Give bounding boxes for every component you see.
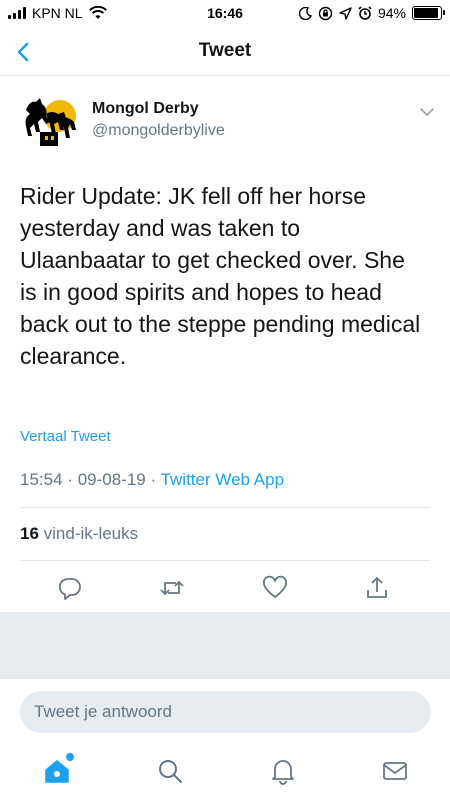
status-bar: KPN NL 16:46 94% [0,0,450,28]
page-title: Tweet [198,40,252,61]
location-icon [339,6,352,20]
tweet-source-link[interactable]: Twitter Web App [161,470,284,489]
divider [20,560,430,561]
tweet-header: Mongol Derby @mongolderbylive [20,92,435,162]
moon-icon [298,6,312,20]
messages-icon [383,762,407,780]
retweet-icon [160,581,184,595]
notifications-icon [272,760,294,785]
battery-fill [414,8,439,18]
status-right: 94% [298,5,445,21]
tab-notifications[interactable] [268,756,298,786]
author-name[interactable]: Mongol Derby [92,100,199,118]
tweet-time: 15:54 [20,470,63,489]
reply-icon [58,578,81,600]
divider [20,507,430,508]
search-icon [159,760,182,783]
home-notification-dot [66,753,74,761]
tab-home[interactable] [42,753,74,786]
share-button[interactable] [363,574,391,602]
meta-separator: · [150,470,157,489]
like-label: vind-ik-leuks [43,524,139,543]
rotation-lock-icon [318,6,333,20]
tab-search[interactable] [155,756,185,786]
nav-bar: Tweet [0,28,450,76]
tab-messages[interactable] [380,756,410,786]
avatar[interactable] [20,92,80,152]
share-icon [367,577,387,598]
author-handle[interactable]: @mongolderbylive [92,122,225,140]
likes-row[interactable]: 16 vind-ik-leuks [20,524,138,544]
translate-tweet-link[interactable]: Vertaal Tweet [20,428,111,445]
reply-button[interactable] [56,574,84,602]
retweet-button[interactable] [158,574,186,602]
tweet-actions [0,568,450,608]
tweet-text: Rider Update: JK fell off her horse yest… [20,183,421,369]
battery-percent: 94% [377,5,406,21]
alarm-icon [358,6,372,20]
meta-separator: · [67,470,73,489]
tweet-meta: 15:54 · 09-08-19 · Twitter Web App [20,470,284,490]
heart-icon [263,575,287,598]
tweet-menu-button[interactable] [419,104,435,120]
chevron-down-icon [420,108,434,116]
tweet-date: 09-08-19 [77,470,146,489]
tab-bar [0,744,450,800]
replies-area [0,612,450,678]
like-button[interactable] [261,574,289,602]
reply-input[interactable]: Tweet je antwoord [20,691,431,733]
mongol-derby-logo-icon [25,98,76,146]
reply-bar: Tweet je antwoord [0,678,450,744]
like-count: 16 [20,524,39,543]
battery-icon [412,6,445,20]
